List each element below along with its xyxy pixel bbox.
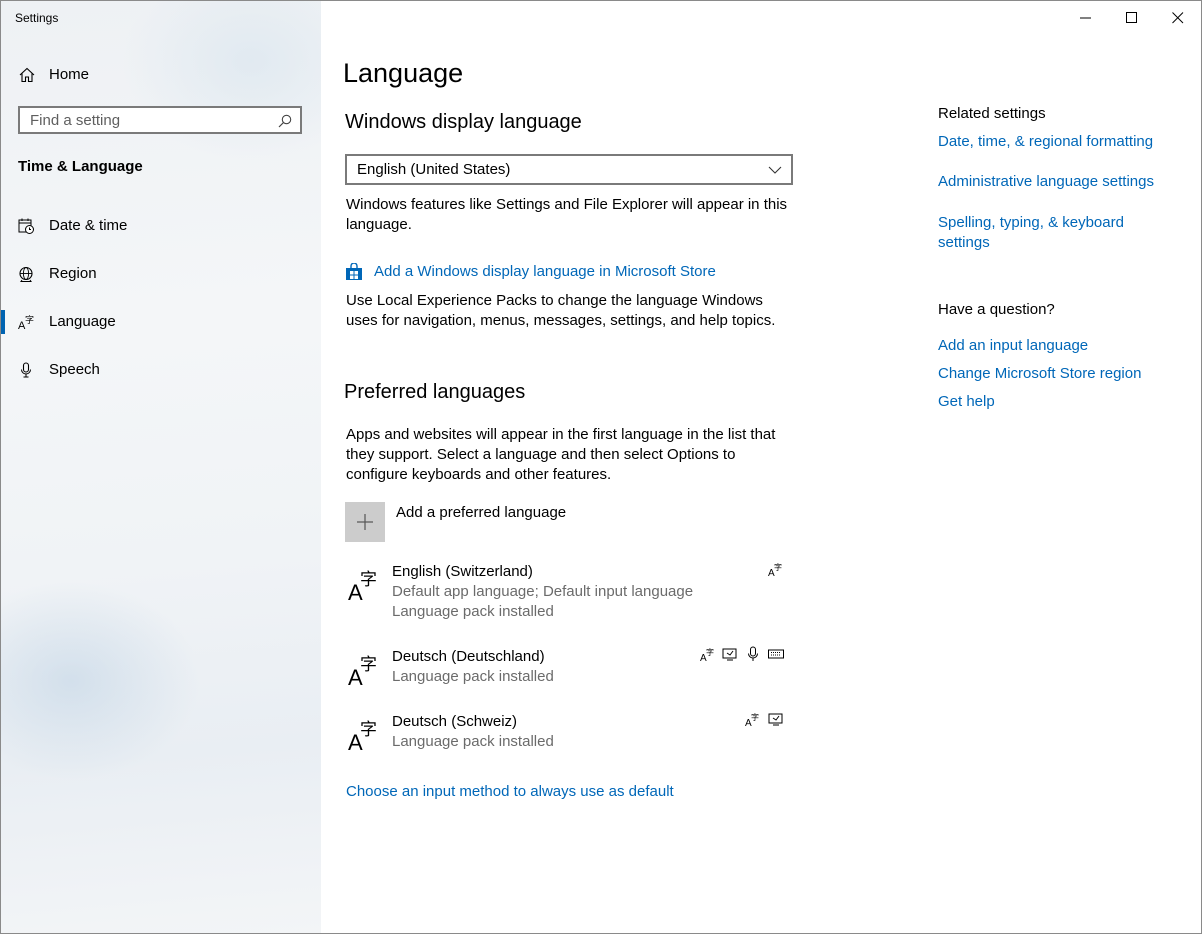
- store-display-language-link[interactable]: Add a Windows display language in Micros…: [374, 263, 716, 280]
- search-icon[interactable]: [278, 114, 292, 128]
- home-icon: [19, 67, 35, 83]
- display-language-icon: A 字: [768, 562, 782, 577]
- sidebar-item-label: Language: [49, 313, 116, 330]
- sidebar-item-speech[interactable]: Speech: [1, 350, 321, 390]
- store-icon: [346, 263, 362, 280]
- chevron-down-icon: [768, 166, 782, 174]
- settings-window: Settings Home Time & Language: [0, 0, 1202, 934]
- page-title: Language: [343, 58, 464, 88]
- language-pack-status: Language pack installed: [392, 733, 554, 750]
- home-label: Home: [49, 66, 90, 83]
- window-title: Settings: [15, 11, 59, 25]
- sidebar-section-title: Time & Language: [18, 158, 143, 175]
- administrative-language-link[interactable]: Administrative language settings: [938, 173, 1154, 190]
- keyboard-icon: [768, 649, 784, 659]
- language-item-deutsch-deutschland[interactable]: A 字 Deutsch (Deutschland) Language pack …: [341, 646, 791, 692]
- related-settings-heading: Related settings: [938, 105, 1046, 122]
- sidebar-item-label: Date & time: [49, 217, 128, 234]
- home-nav-item[interactable]: Home: [1, 57, 321, 93]
- svg-text:字: 字: [360, 655, 377, 675]
- calendar-clock-icon: [18, 218, 34, 234]
- display-language-heading: Windows display language: [345, 111, 582, 133]
- sidebar-item-label: Speech: [49, 361, 100, 378]
- microphone-icon: [21, 362, 31, 378]
- have-a-question-heading: Have a question?: [938, 301, 1055, 318]
- language-name: English (Switzerland): [392, 563, 533, 580]
- language-pack-status: Language pack installed: [392, 668, 554, 685]
- language-status: Default app language; Default input lang…: [392, 583, 694, 600]
- text-to-speech-icon: [722, 648, 737, 661]
- display-language-value: English (United States): [357, 161, 511, 178]
- speech-recognition-icon: [748, 646, 758, 661]
- preferred-languages-description: Apps and websites will appear in the fir…: [346, 426, 776, 483]
- regional-formatting-link[interactable]: Date, time, & regional formatting: [938, 133, 1153, 150]
- language-item-english-switzerland[interactable]: A 字 English (Switzerland) Default app la…: [341, 562, 791, 627]
- plus-icon: [357, 514, 373, 530]
- add-input-language-link[interactable]: Add an input language: [938, 337, 1088, 354]
- language-icon: A 字: [348, 570, 377, 601]
- input-method-link[interactable]: Choose an input method to always use as …: [346, 783, 674, 800]
- display-language-description: Windows features like Settings and File …: [346, 196, 788, 233]
- sidebar: Settings Home Time & Language: [1, 1, 321, 933]
- sidebar-item-label: Region: [49, 265, 97, 282]
- svg-text:字: 字: [360, 570, 377, 590]
- add-language-label[interactable]: Add a preferred language: [396, 504, 566, 521]
- search-box[interactable]: [18, 106, 302, 134]
- display-language-icon: A 字: [700, 647, 714, 662]
- main-content: Language Windows display language Englis…: [321, 1, 1201, 933]
- sidebar-item-region[interactable]: Region: [1, 254, 321, 294]
- svg-text:字: 字: [706, 647, 714, 657]
- preferred-languages-heading: Preferred languages: [344, 381, 526, 403]
- sidebar-item-date-time[interactable]: Date & time: [1, 206, 321, 246]
- search-input[interactable]: [20, 108, 270, 132]
- language-item-deutsch-schweiz[interactable]: A 字 Deutsch (Schweiz) Language pack inst…: [341, 712, 791, 757]
- sidebar-item-language[interactable]: A 字 Language: [1, 302, 321, 342]
- display-language-dropdown[interactable]: English (United States): [345, 154, 793, 185]
- language-name: Deutsch (Schweiz): [392, 713, 518, 730]
- language-icon: A 字: [348, 655, 377, 686]
- language-icon: A 字: [348, 720, 377, 751]
- svg-text:字: 字: [774, 562, 782, 572]
- text-to-speech-icon: [768, 713, 783, 726]
- get-help-link[interactable]: Get help: [938, 393, 995, 410]
- language-name: Deutsch (Deutschland): [392, 648, 545, 665]
- store-description: Use Local Experience Packs to change the…: [346, 292, 776, 329]
- svg-text:字: 字: [25, 314, 34, 326]
- language-pack-status: Language pack installed: [392, 603, 554, 620]
- add-language-button[interactable]: [345, 502, 385, 542]
- display-language-icon: A 字: [745, 712, 759, 727]
- language-icon: A 字: [18, 314, 34, 330]
- svg-text:字: 字: [751, 712, 759, 722]
- svg-text:字: 字: [360, 720, 377, 740]
- spelling-typing-keyboard-link[interactable]: Spelling, typing, & keyboard settings: [938, 213, 1158, 253]
- globe-icon: [19, 266, 33, 282]
- change-store-region-link[interactable]: Change Microsoft Store region: [938, 365, 1141, 382]
